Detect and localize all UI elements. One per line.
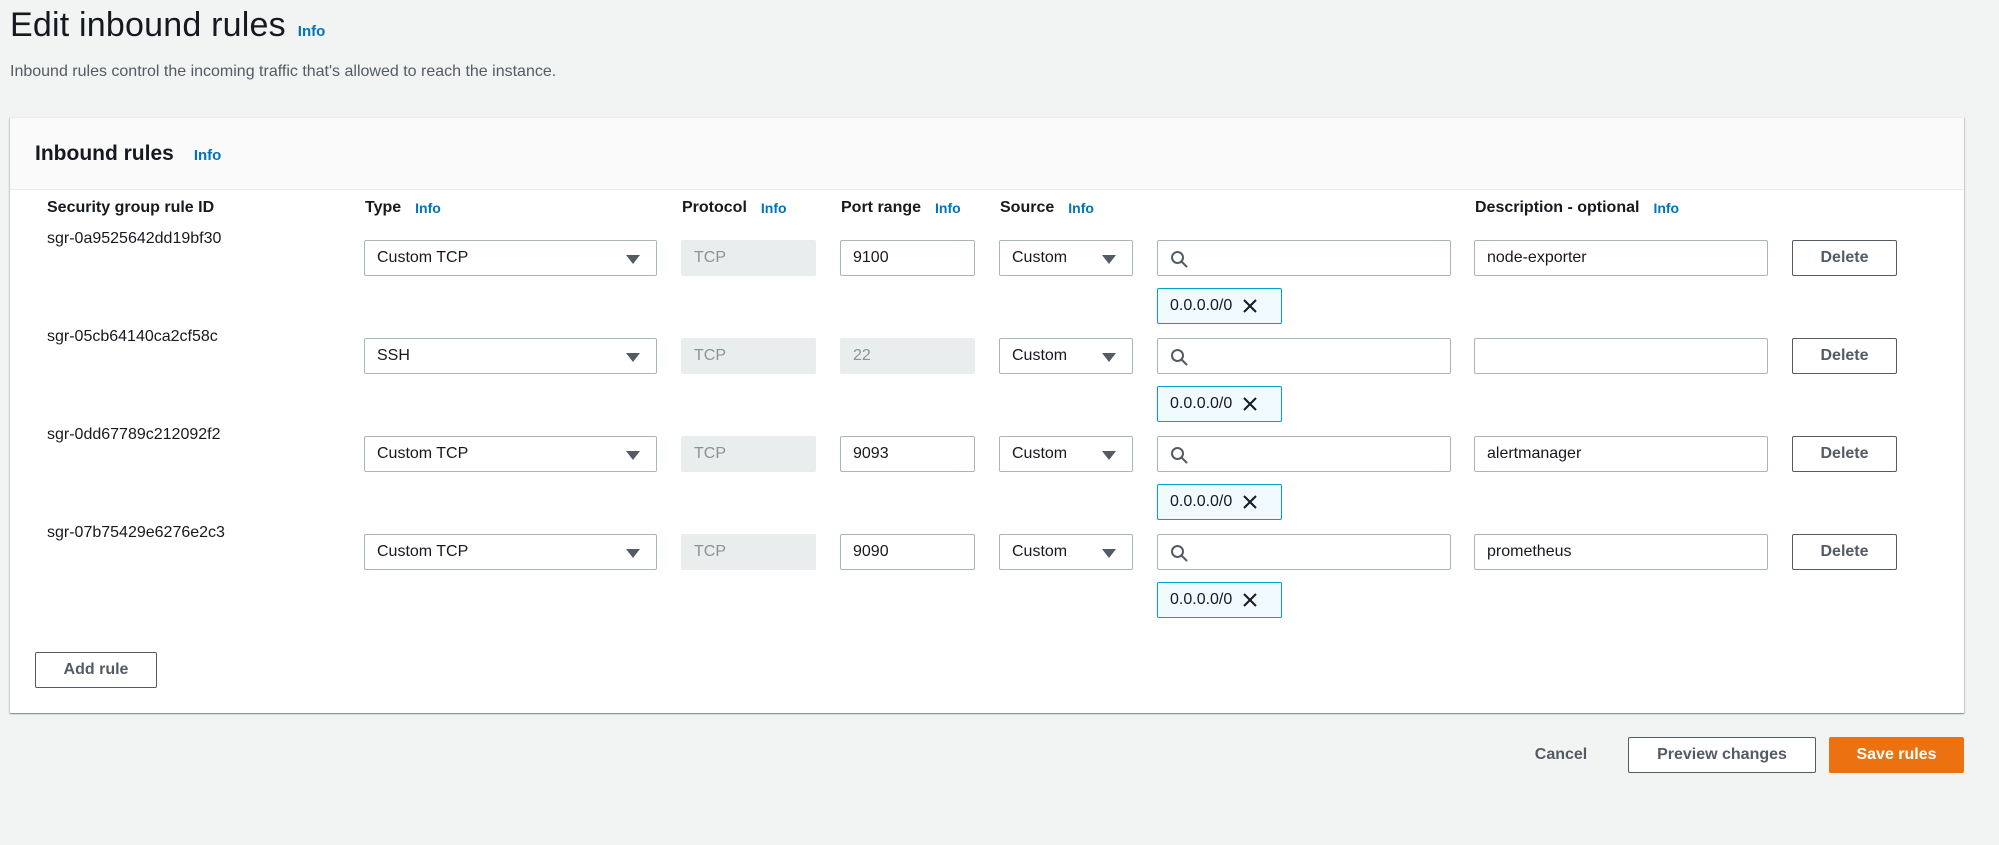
caret-down-icon <box>1102 451 1116 460</box>
caret-down-icon <box>1102 255 1116 264</box>
page-description: Inbound rules control the incoming traff… <box>10 63 557 80</box>
source-select-value: Custom <box>1012 445 1068 462</box>
rule-id: sgr-0dd67789c212092f2 <box>47 426 221 443</box>
cidr-token: 0.0.0.0/0 <box>1157 582 1282 618</box>
delete-button[interactable]: Delete <box>1792 436 1897 472</box>
protocol-field: TCP <box>681 534 816 570</box>
source-search-input[interactable] <box>1196 437 1448 471</box>
column-label: Security group rule ID <box>47 199 215 216</box>
port-range-input[interactable] <box>840 240 975 276</box>
panel-header: Inbound rules Info <box>10 118 1964 190</box>
source-info-link[interactable]: Info <box>1068 200 1094 216</box>
source-select[interactable]: Custom <box>999 338 1133 374</box>
column-header-protocol: Protocol Info <box>682 199 787 217</box>
type-select[interactable]: SSH <box>364 338 657 374</box>
column-header-type: Type Info <box>365 199 441 217</box>
type-select-value: Custom TCP <box>377 249 469 266</box>
source-search-input[interactable] <box>1196 339 1448 373</box>
source-search-input[interactable] <box>1196 535 1448 569</box>
source-search[interactable] <box>1157 338 1451 374</box>
rule-id: sgr-07b75429e6276e2c3 <box>47 524 225 541</box>
source-select-value: Custom <box>1012 543 1068 560</box>
port-range-info-link[interactable]: Info <box>935 200 961 216</box>
search-icon <box>1171 447 1188 464</box>
column-header-port-range: Port range Info <box>841 199 961 217</box>
column-label: Type <box>365 199 402 216</box>
source-search[interactable] <box>1157 534 1451 570</box>
page-header: Edit inbound rules Info Inbound rules co… <box>10 6 556 81</box>
cidr-token-label: 0.0.0.0/0 <box>1170 591 1233 608</box>
protocol-field: TCP <box>681 338 816 374</box>
search-icon <box>1171 545 1188 562</box>
caret-down-icon <box>1102 353 1116 362</box>
description-input[interactable] <box>1474 436 1768 472</box>
rule-id: sgr-05cb64140ca2cf58c <box>47 328 218 345</box>
close-icon[interactable] <box>1242 494 1258 510</box>
column-header-description: Description - optional Info <box>1475 199 1679 217</box>
cidr-token: 0.0.0.0/0 <box>1157 484 1282 520</box>
panel-info-link[interactable]: Info <box>194 147 222 164</box>
description-input[interactable] <box>1474 534 1768 570</box>
type-select[interactable]: Custom TCP <box>364 240 657 276</box>
panel-title: Inbound rules <box>35 141 174 165</box>
column-label: Protocol <box>682 199 747 216</box>
page-title: Edit inbound rules <box>10 6 286 44</box>
protocol-field: TCP <box>681 240 816 276</box>
source-select-value: Custom <box>1012 347 1068 364</box>
rule-id: sgr-0a9525642dd19bf30 <box>47 230 222 247</box>
caret-down-icon <box>626 255 640 264</box>
source-search[interactable] <box>1157 240 1451 276</box>
column-header-source: Source Info <box>1000 199 1094 217</box>
caret-down-icon <box>626 549 640 558</box>
cidr-token-label: 0.0.0.0/0 <box>1170 493 1233 510</box>
port-range-input: 22 <box>840 338 975 374</box>
type-select[interactable]: Custom TCP <box>364 534 657 570</box>
description-input[interactable] <box>1474 338 1768 374</box>
caret-down-icon <box>626 451 640 460</box>
search-icon <box>1171 349 1188 366</box>
source-search-input[interactable] <box>1196 241 1448 275</box>
delete-button[interactable]: Delete <box>1792 534 1897 570</box>
description-info-link[interactable]: Info <box>1653 200 1679 216</box>
protocol-field: TCP <box>681 436 816 472</box>
page-title-row: Edit inbound rules Info <box>10 6 556 45</box>
source-select[interactable]: Custom <box>999 436 1133 472</box>
preview-changes-button[interactable]: Preview changes <box>1628 737 1816 773</box>
type-select-value: Custom TCP <box>377 445 469 462</box>
search-icon <box>1171 251 1188 268</box>
column-header-rule-id: Security group rule ID <box>47 199 214 217</box>
column-label: Description - optional <box>1475 199 1640 216</box>
cancel-button[interactable]: Cancel <box>1525 737 1597 773</box>
caret-down-icon <box>626 353 640 362</box>
type-select[interactable]: Custom TCP <box>364 436 657 472</box>
source-select[interactable]: Custom <box>999 534 1133 570</box>
cidr-token: 0.0.0.0/0 <box>1157 386 1282 422</box>
port-range-input[interactable] <box>840 534 975 570</box>
source-search[interactable] <box>1157 436 1451 472</box>
page-info-link[interactable]: Info <box>298 23 326 40</box>
column-label: Port range <box>841 199 922 216</box>
type-select-value: Custom TCP <box>377 543 469 560</box>
close-icon[interactable] <box>1242 396 1258 412</box>
protocol-info-link[interactable]: Info <box>761 200 787 216</box>
inbound-rules-panel: Inbound rules Info Security group rule I… <box>10 117 1964 713</box>
port-range-input[interactable] <box>840 436 975 472</box>
description-input[interactable] <box>1474 240 1768 276</box>
close-icon[interactable] <box>1242 298 1258 314</box>
caret-down-icon <box>1102 549 1116 558</box>
type-select-value: SSH <box>377 347 410 364</box>
cidr-token: 0.0.0.0/0 <box>1157 288 1282 324</box>
cidr-token-label: 0.0.0.0/0 <box>1170 395 1233 412</box>
delete-button[interactable]: Delete <box>1792 338 1897 374</box>
source-select-value: Custom <box>1012 249 1068 266</box>
cidr-token-label: 0.0.0.0/0 <box>1170 297 1233 314</box>
delete-button[interactable]: Delete <box>1792 240 1897 276</box>
type-info-link[interactable]: Info <box>415 200 441 216</box>
source-select[interactable]: Custom <box>999 240 1133 276</box>
close-icon[interactable] <box>1242 592 1258 608</box>
save-rules-button[interactable]: Save rules <box>1829 737 1964 773</box>
column-label: Source <box>1000 199 1055 216</box>
add-rule-button[interactable]: Add rule <box>35 652 157 688</box>
